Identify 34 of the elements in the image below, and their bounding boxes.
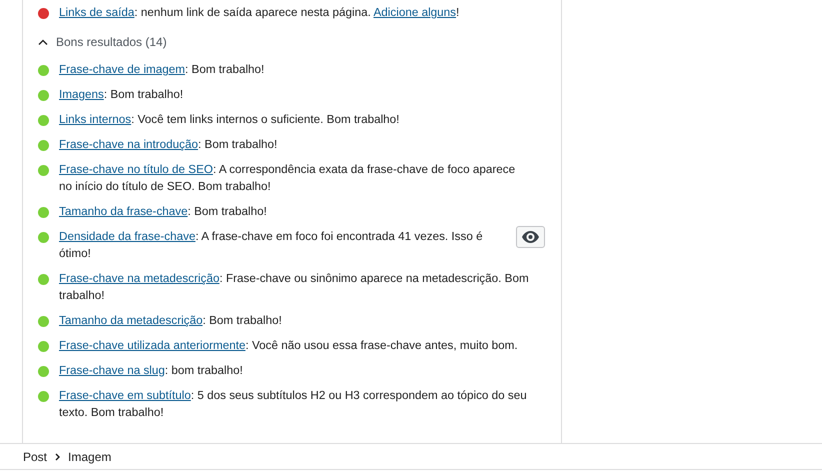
eye-icon bbox=[522, 231, 539, 243]
result-link[interactable]: Frase-chave de imagem bbox=[59, 63, 186, 76]
eye-button[interactable] bbox=[516, 226, 545, 248]
result-text: Links de saída: nenhum link de saída aparece nesta página. Adicione alguns! bbox=[59, 5, 460, 21]
add-link[interactable]: Adicione alguns bbox=[374, 6, 456, 19]
breadcrumb-link[interactable]: Post bbox=[23, 450, 48, 464]
result-text: Imagens: Bom trabalho! bbox=[59, 87, 184, 103]
chevron-right-icon bbox=[55, 452, 60, 460]
result-link[interactable]: Frase-chave na slug bbox=[59, 364, 165, 377]
result-link[interactable]: Links internos bbox=[59, 113, 132, 126]
result-text: Frase-chave de imagem: Bom trabalho! bbox=[59, 62, 266, 78]
result-link[interactable]: Frase-chave utilizada anteriormente bbox=[59, 339, 246, 352]
result-text: Tamanho da metadescrição: Bom trabalho! bbox=[59, 313, 283, 329]
breadcrumb-link[interactable]: Imagem bbox=[68, 450, 112, 464]
result-text: Frase-chave no título de SEO: A correspondência exata da frase-chave de foco aparece no início do título de SEO. Bom trabalho! bbox=[59, 162, 516, 195]
chevron-up-icon bbox=[38, 39, 48, 45]
result-text: Links internos: Você tem links internos o suficiente. Bom trabalho! bbox=[59, 112, 400, 128]
result-link[interactable]: Tamanho da frase-chave bbox=[59, 205, 188, 218]
result-link[interactable]: Frase-chave em subtítulo bbox=[59, 389, 191, 402]
result-text: Tamanho da frase-chave: Bom trabalho! bbox=[59, 204, 268, 220]
result-link[interactable]: Imagens bbox=[59, 88, 104, 101]
result-text: Frase-chave na metadescrição: Frase-chave ou sinônimo aparece na metadescrição. Bom trabalho! bbox=[59, 271, 529, 304]
result-text: Frase-chave na introdução: Bom trabalho! bbox=[59, 137, 278, 153]
result-text: Frase-chave na slug: bom trabalho! bbox=[59, 363, 244, 379]
result-link[interactable]: Frase-chave na metadescrição bbox=[59, 272, 220, 285]
result-link[interactable]: Frase-chave no título de SEO bbox=[59, 163, 213, 176]
result-text: Frase-chave utilizada anteriormente: Você não usou essa frase-chave antes, muito bom. bbox=[59, 338, 519, 354]
result-text: Frase-chave em subtítulo: 5 dos seus subtítulos H2 ou H3 correspondem ao tópico do seu texto. Bom trabalho! bbox=[59, 388, 528, 421]
result-link[interactable]: Tamanho da metadescrição bbox=[59, 314, 203, 327]
section-toggle[interactable]: Bons resultados (14) bbox=[38, 35, 167, 49]
result-link[interactable]: Links de saída bbox=[59, 6, 134, 19]
result-link[interactable]: Densidade da frase-chave bbox=[59, 230, 196, 243]
result-link[interactable]: Frase-chave na introdução bbox=[59, 138, 198, 151]
result-text: Densidade da frase-chave: A frase-chave em foco foi encontrada 41 vezes. Isso é ótimo! bbox=[59, 229, 484, 262]
